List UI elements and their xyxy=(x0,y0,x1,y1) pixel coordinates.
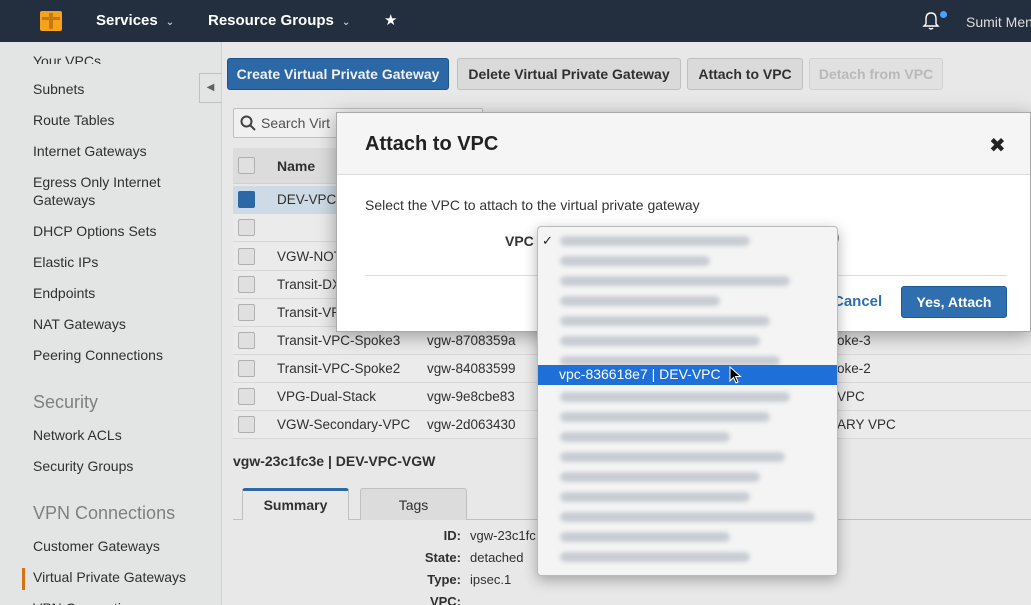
vpc-field-label: VPC xyxy=(505,233,534,249)
mouse-pointer-icon xyxy=(729,366,742,384)
dialog-header: Attach to VPC ✖ xyxy=(337,113,1030,175)
vpc-option[interactable] xyxy=(538,251,837,271)
vpc-option[interactable] xyxy=(538,331,837,351)
blurred-option-text xyxy=(560,492,750,502)
resource-groups-label: Resource Groups xyxy=(208,12,334,29)
top-nav-bar: Services ⌄ Resource Groups ⌄ ★ Sumit Men xyxy=(0,0,1031,42)
vpc-option[interactable] xyxy=(538,427,837,447)
vpc-option[interactable] xyxy=(538,467,837,487)
chevron-down-icon: ⌄ xyxy=(341,17,351,28)
blurred-option-text xyxy=(560,512,815,522)
vpc-option[interactable] xyxy=(538,407,837,427)
vpc-option[interactable] xyxy=(538,527,837,547)
vpc-option[interactable] xyxy=(538,507,837,527)
blurred-option-text xyxy=(560,392,790,402)
chevron-down-icon: ⌄ xyxy=(165,17,175,28)
vpc-option[interactable] xyxy=(538,447,837,467)
aws-cube-icon[interactable] xyxy=(40,11,62,31)
cancel-button[interactable]: Cancel xyxy=(833,293,882,310)
vpc-dropdown-list[interactable]: ✓ vpc-836618e7 | DEV-VPC xyxy=(537,226,838,576)
blurred-option-text xyxy=(560,336,760,346)
yes-attach-button[interactable]: Yes, Attach xyxy=(901,286,1007,318)
blurred-option-text xyxy=(560,432,730,442)
bell-icon[interactable] xyxy=(922,11,940,31)
highlighted-option-label: vpc-836618e7 | DEV-VPC xyxy=(559,366,721,382)
blurred-option-text xyxy=(560,316,770,326)
blurred-option-text xyxy=(560,236,750,246)
dialog-description: Select the VPC to attach to the virtual … xyxy=(365,197,700,213)
vpc-option[interactable] xyxy=(538,271,837,291)
resource-groups-menu[interactable]: Resource Groups ⌄ xyxy=(208,12,350,29)
vpc-option[interactable] xyxy=(538,311,837,331)
blurred-option-text xyxy=(560,276,790,286)
blurred-option-text xyxy=(560,532,730,542)
vpc-option[interactable]: ✓ xyxy=(538,231,837,251)
dialog-title: Attach to VPC xyxy=(365,133,499,155)
vpc-option[interactable] xyxy=(538,487,837,507)
pin-icon[interactable]: ★ xyxy=(384,11,397,29)
notification-dot xyxy=(940,11,947,18)
blurred-option-text xyxy=(560,412,770,422)
vpc-option[interactable] xyxy=(538,387,837,407)
user-menu[interactable]: Sumit Men xyxy=(966,14,1031,30)
close-icon[interactable]: ✖ xyxy=(989,133,1006,158)
blurred-option-text xyxy=(560,552,750,562)
vpc-option-selected[interactable]: vpc-836618e7 | DEV-VPC xyxy=(538,365,837,385)
blurred-option-text xyxy=(560,256,710,266)
vpc-option[interactable] xyxy=(538,547,837,567)
blurred-option-text xyxy=(560,296,720,306)
checkmark-icon: ✓ xyxy=(542,233,553,248)
blurred-option-text xyxy=(560,472,760,482)
services-label: Services xyxy=(96,12,158,29)
services-menu[interactable]: Services ⌄ xyxy=(96,12,174,29)
blurred-option-text xyxy=(560,452,785,462)
vpc-option[interactable] xyxy=(538,291,837,311)
